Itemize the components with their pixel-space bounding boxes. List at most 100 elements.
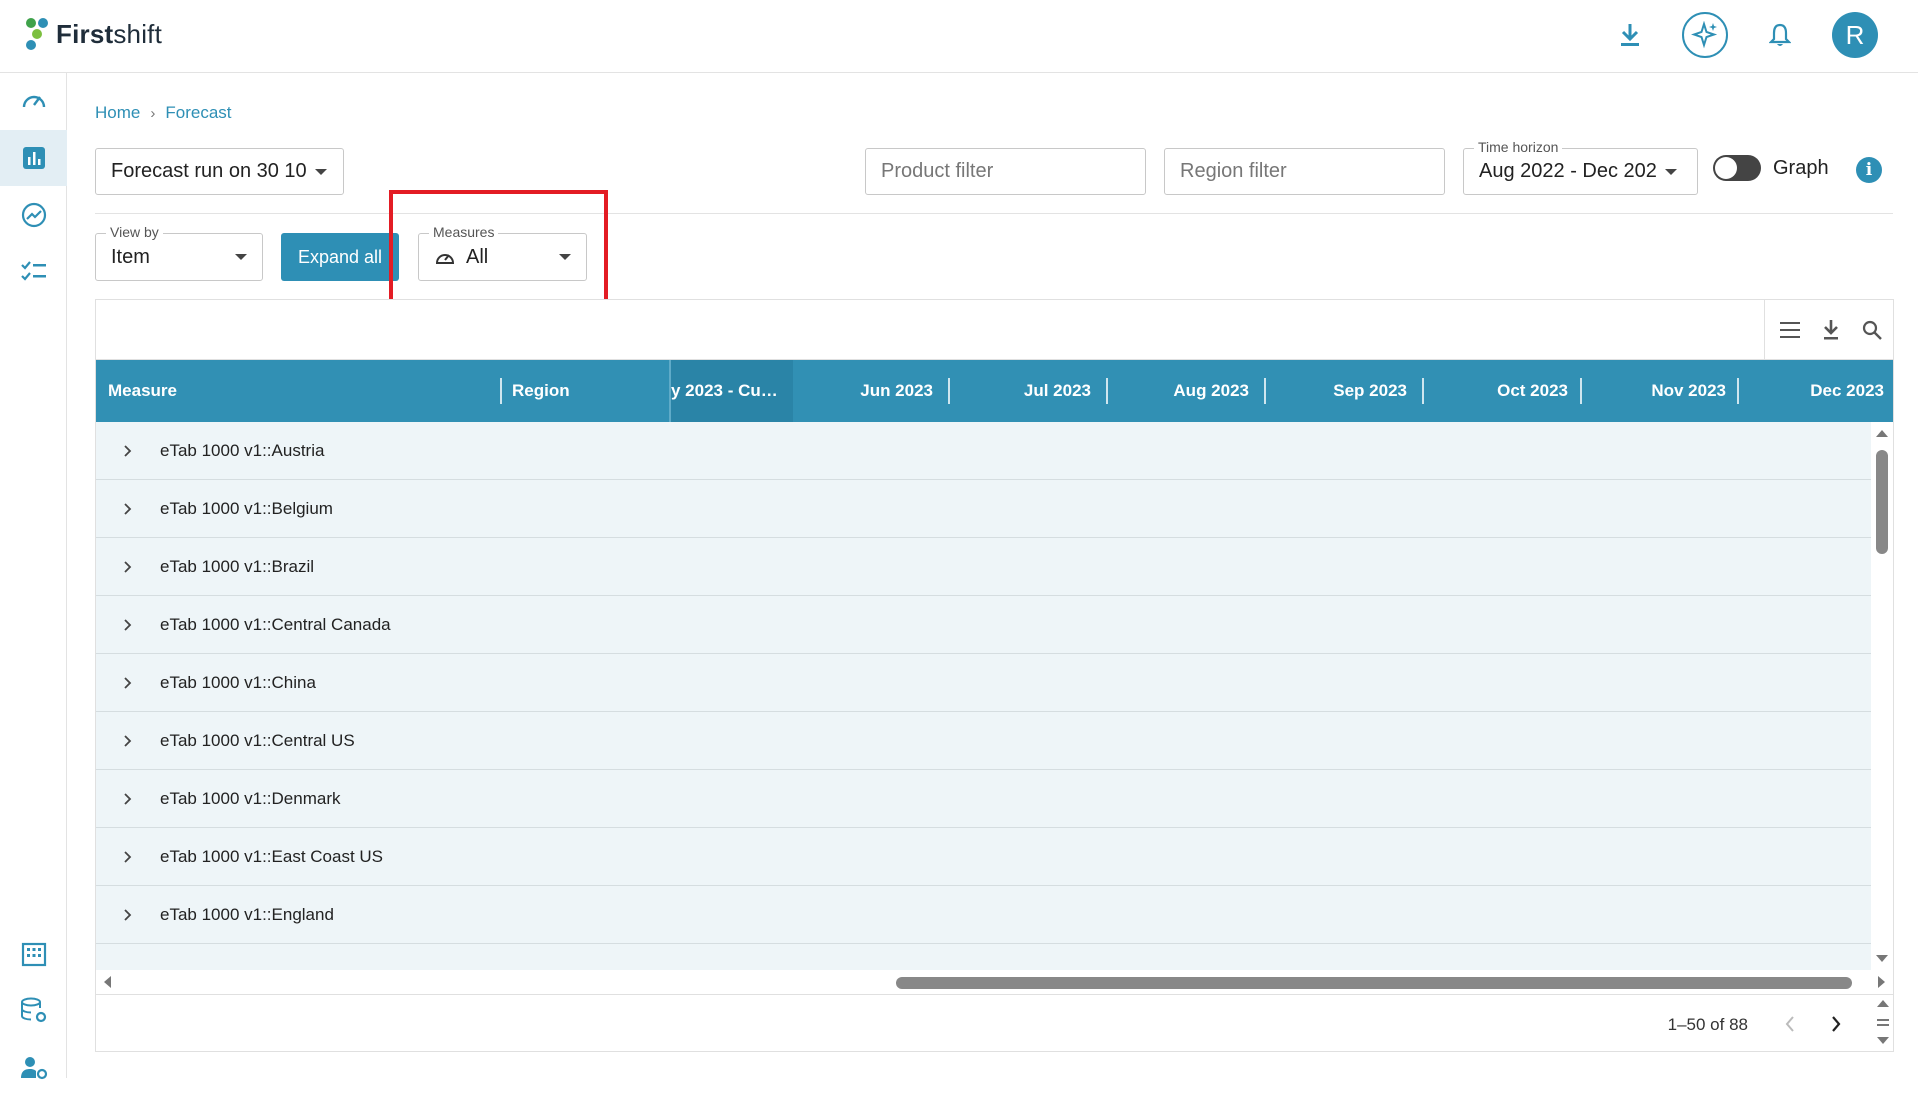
sidebar-item-forecast[interactable] — [0, 130, 67, 186]
sidebar-item-analytics[interactable] — [0, 187, 67, 243]
product-filter-input[interactable]: Product filter — [865, 148, 1146, 195]
chevron-down-icon — [1665, 168, 1677, 175]
region-filter-placeholder: Region filter — [1180, 160, 1287, 182]
resize-scroll-icon[interactable] — [1873, 997, 1893, 1047]
table-row[interactable]: eTab 1000 v1::Brazil — [96, 538, 1871, 596]
user-avatar[interactable]: R — [1832, 12, 1878, 58]
chevron-right-icon[interactable] — [96, 618, 152, 632]
chevron-down-icon — [235, 254, 247, 260]
building-icon — [21, 942, 46, 967]
column-header-dec-2023[interactable]: Dec 2023 — [1746, 360, 1884, 422]
table-row[interactable]: eTab 1000 v1::Central Canada — [96, 596, 1871, 654]
scroll-down-icon[interactable] — [1871, 952, 1893, 966]
breadcrumb-forecast[interactable]: Forecast — [165, 103, 231, 123]
table-row[interactable]: eTab 1000 v1::Belgium — [96, 480, 1871, 538]
ai-assistant-icon[interactable] — [1682, 12, 1728, 58]
logo-text: Firstshift — [56, 18, 163, 49]
column-header-jul-2023[interactable]: Jul 2023 — [956, 360, 1091, 422]
chevron-right-icon[interactable] — [96, 850, 152, 864]
table-row[interactable]: eTab 1000 v1::Denmark — [96, 770, 1871, 828]
horizontal-scrollbar[interactable] — [96, 970, 1893, 994]
grid-toolbar — [96, 300, 1893, 360]
table-row[interactable]: eTab 1000 v1::England — [96, 886, 1871, 944]
column-header-jun-2023[interactable]: Jun 2023 — [793, 360, 933, 422]
divider — [95, 213, 1893, 214]
column-header-oct-2023[interactable]: Oct 2023 — [1430, 360, 1568, 422]
column-header-nov-2023[interactable]: Nov 2023 — [1588, 360, 1726, 422]
view-by-label: View by — [106, 224, 163, 240]
row-label: eTab 1000 v1::England — [160, 904, 334, 924]
scroll-right-icon[interactable] — [1875, 971, 1889, 993]
chevron-right-icon[interactable] — [96, 734, 152, 748]
row-label: eTab 1000 v1::Belgium — [160, 498, 333, 518]
chevron-right-icon[interactable] — [96, 676, 152, 690]
grid-header: Measure Region y 2023 - Cu… Jun 2023 Jul… — [96, 360, 1893, 422]
firstshift-logo[interactable]: Firstshift — [24, 16, 162, 52]
expand-all-button[interactable]: Expand all — [281, 233, 399, 281]
graph-toggle[interactable]: Graph — [1713, 155, 1829, 181]
column-header-aug-2023[interactable]: Aug 2023 — [1114, 360, 1249, 422]
column-divider — [948, 378, 950, 404]
logo-icon — [24, 16, 50, 52]
row-label: eTab 1000 v1::Central US — [160, 730, 355, 750]
table-row[interactable]: eTab 1000 v1::East Coast US — [96, 828, 1871, 886]
column-divider — [1422, 378, 1424, 404]
breadcrumb-home[interactable]: Home — [95, 103, 140, 123]
time-horizon-value: Aug 2022 - Dec 202 — [1479, 160, 1657, 182]
sidebar-item-data-settings[interactable] — [0, 983, 67, 1039]
next-page-icon[interactable] — [1823, 1011, 1849, 1037]
view-by-select[interactable]: View by Item — [95, 224, 263, 281]
menu-icon[interactable] — [1779, 320, 1801, 340]
table-row[interactable]: eTab 1000 v1::Austria — [96, 422, 1871, 480]
vertical-scroll-thumb[interactable] — [1876, 450, 1888, 554]
pagination-text: 1–50 of 88 — [1667, 1015, 1748, 1034]
download-icon[interactable] — [1608, 13, 1652, 57]
column-divider — [1737, 378, 1739, 404]
time-horizon-select[interactable]: Time horizon Aug 2022 - Dec 202 — [1463, 139, 1698, 195]
column-header-measure[interactable]: Measure — [108, 360, 408, 422]
time-horizon-label: Time horizon — [1474, 139, 1563, 155]
prev-page-icon[interactable] — [1777, 1011, 1803, 1037]
scroll-up-icon[interactable] — [1871, 426, 1893, 440]
sidebar-item-user-settings[interactable] — [0, 1040, 67, 1096]
column-divider — [1264, 378, 1266, 404]
top-actions: R — [1608, 12, 1878, 58]
sidebar-item-tasks[interactable] — [0, 244, 67, 300]
chevron-right-icon[interactable] — [96, 560, 152, 574]
top-bar: Firstshift R — [0, 0, 1918, 73]
info-icon[interactable]: i — [1856, 157, 1882, 183]
export-download-icon[interactable] — [1821, 319, 1841, 341]
bell-icon[interactable] — [1758, 13, 1802, 57]
vertical-scrollbar[interactable] — [1871, 422, 1893, 970]
horizontal-scroll-thumb[interactable] — [896, 977, 1852, 989]
column-divider — [1580, 378, 1582, 404]
chevron-right-icon[interactable] — [96, 502, 152, 516]
view-by-value: Item — [111, 245, 150, 268]
grid-toolbar-actions — [1764, 300, 1883, 360]
search-icon[interactable] — [1861, 319, 1883, 341]
table-row[interactable]: eTab 1000 v1::Central US — [96, 712, 1871, 770]
product-filter-placeholder: Product filter — [881, 160, 994, 182]
chevron-right-icon[interactable] — [96, 792, 152, 806]
graph-switch[interactable] — [1713, 155, 1761, 181]
forecast-run-value: Forecast run on 30 10 — [111, 160, 307, 182]
row-label: eTab 1000 v1::East Coast US — [160, 846, 384, 866]
column-header-current[interactable]: y 2023 - Cu… — [671, 360, 791, 422]
row-label: eTab 1000 v1::Central Canada — [160, 614, 391, 634]
column-header-sep-2023[interactable]: Sep 2023 — [1272, 360, 1407, 422]
sidebar-item-dashboard[interactable] — [0, 73, 67, 129]
column-header-region[interactable]: Region — [512, 360, 662, 422]
chevron-right-icon[interactable] — [96, 444, 152, 458]
row-label: eTab 1000 v1::Austria — [160, 440, 325, 460]
gauge-icon — [22, 95, 45, 108]
sidebar — [0, 73, 67, 1080]
sidebar-item-organization[interactable] — [0, 926, 67, 982]
table-row[interactable]: eTab 1000 v1::China — [96, 654, 1871, 712]
forecast-run-select[interactable]: Forecast run on 30 10 — [95, 148, 344, 195]
chevron-right-icon[interactable] — [96, 908, 152, 922]
column-divider — [1106, 378, 1108, 404]
checklist-icon — [20, 261, 46, 281]
forecast-grid: Measure Region y 2023 - Cu… Jun 2023 Jul… — [95, 299, 1894, 1052]
scroll-left-icon[interactable] — [100, 971, 114, 993]
region-filter-input[interactable]: Region filter — [1164, 148, 1445, 195]
